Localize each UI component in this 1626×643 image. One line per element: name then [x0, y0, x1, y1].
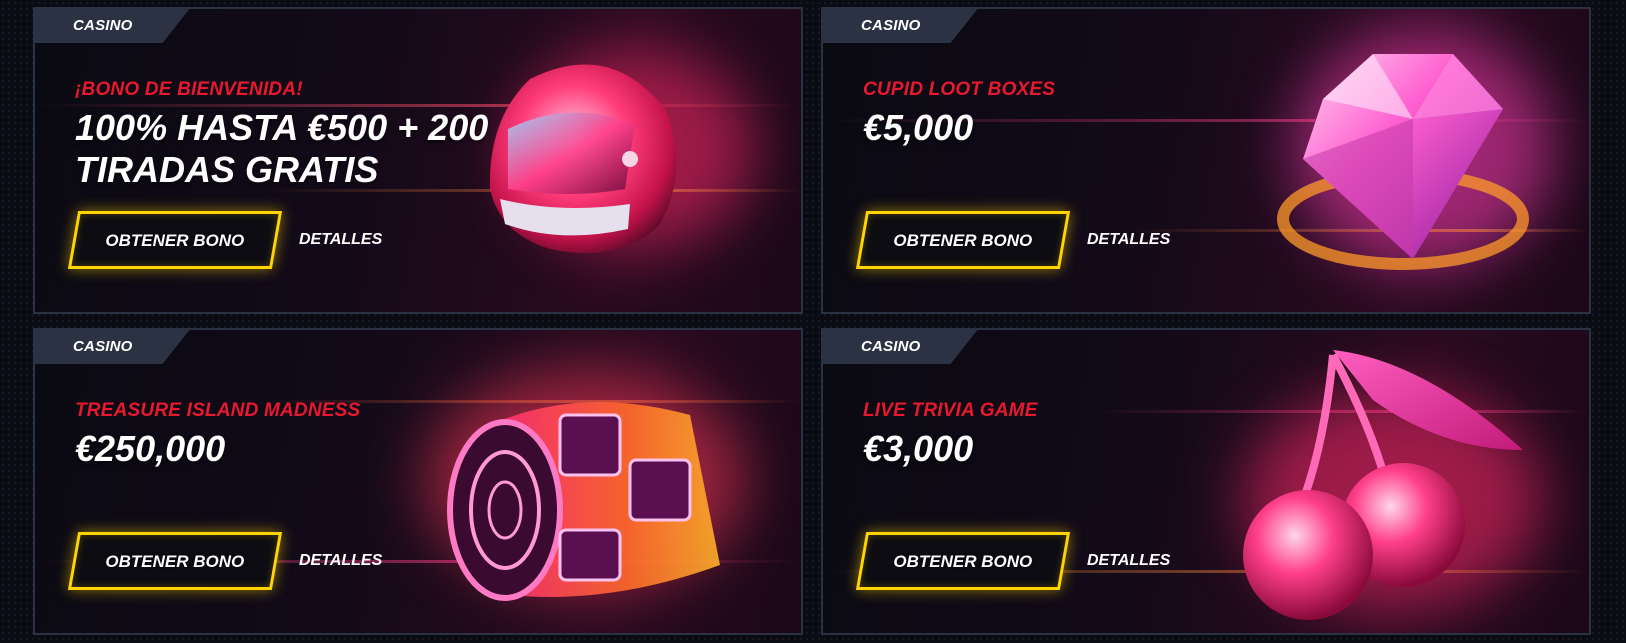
promo-card-treasure-island: CASINO TREASURE ISLAND MADNESS €250,000 … [33, 328, 803, 635]
promo-subtitle: CUPID LOOT BOXES [863, 79, 1056, 100]
diamond-icon [1263, 29, 1543, 299]
promo-card-welcome-bonus: CASINO ¡BONO DE BIENVENIDA! 100% HASTA €… [33, 7, 803, 314]
details-link[interactable]: DETALLES [299, 231, 382, 249]
category-tag: CASINO [35, 9, 191, 43]
get-bonus-button[interactable]: OBTENER BONO [855, 211, 1071, 269]
category-tag: CASINO [823, 9, 979, 43]
promo-grid: CASINO ¡BONO DE BIENVENIDA! 100% HASTA €… [0, 0, 1626, 643]
get-bonus-button[interactable]: OBTENER BONO [855, 532, 1071, 590]
cherries-icon [1223, 340, 1543, 630]
get-bonus-button[interactable]: OBTENER BONO [67, 532, 283, 590]
slot-reels-icon [420, 365, 740, 625]
promo-subtitle: TREASURE ISLAND MADNESS [75, 400, 361, 421]
details-link[interactable]: DETALLES [299, 552, 382, 570]
category-tag: CASINO [35, 330, 191, 364]
promo-subtitle: ¡BONO DE BIENVENIDA! [75, 79, 303, 100]
details-link[interactable]: DETALLES [1087, 231, 1170, 249]
promo-card-cupid-loot-boxes: CASINO CUPID LOOT BOXES €5,000 OBTENER B… [821, 7, 1591, 314]
category-tag: CASINO [823, 330, 979, 364]
get-bonus-button[interactable]: OBTENER BONO [67, 211, 283, 269]
promo-headline: €5,000 [863, 107, 974, 148]
promo-headline: 100% HASTA €500 + 200 TIRADAS GRATIS [75, 107, 489, 190]
promo-subtitle: LIVE TRIVIA GAME [863, 400, 1038, 421]
promo-card-live-trivia: CASINO LIVE TRIVIA GAME €3,000 OBTENER B… [821, 328, 1591, 635]
racing-helmet-icon [460, 39, 700, 279]
details-link[interactable]: DETALLES [1087, 552, 1170, 570]
